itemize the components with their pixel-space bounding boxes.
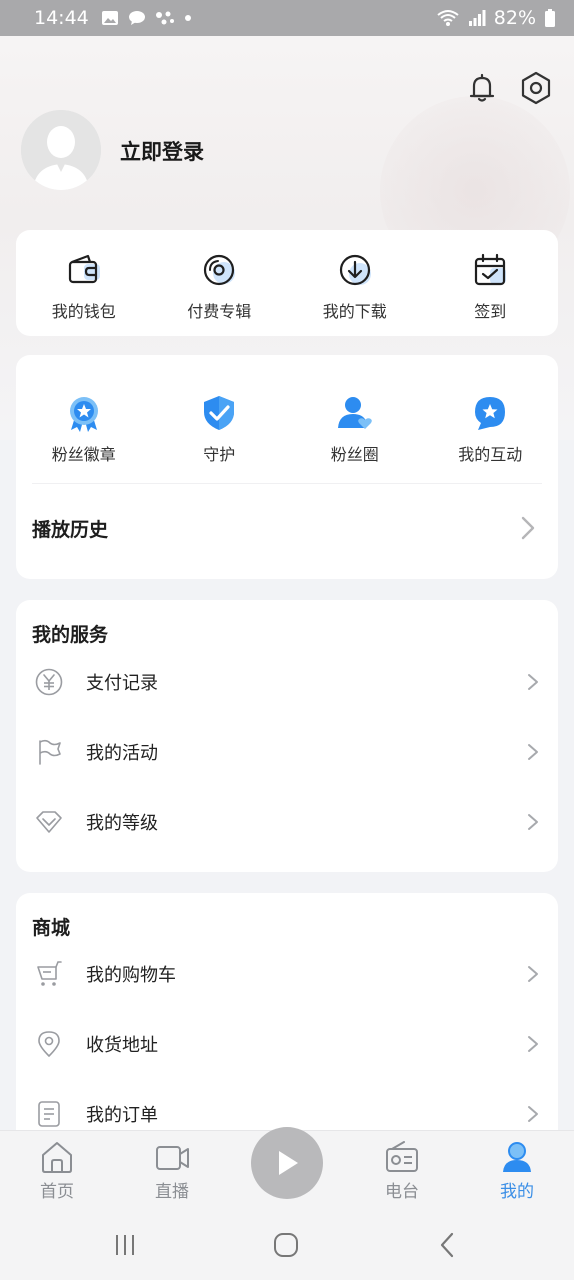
my-wallet-label: 我的钱包 xyxy=(51,302,116,321)
paid-album-label: 付费专辑 xyxy=(187,302,252,321)
chevron-right-icon xyxy=(528,1036,538,1052)
battery-percent: 82% xyxy=(493,7,536,29)
guard-button[interactable]: 守护 xyxy=(152,393,288,465)
calendar-check-icon xyxy=(475,253,507,286)
tab-home-label: 首页 xyxy=(40,1182,74,1202)
my-download-button[interactable]: 我的下载 xyxy=(287,250,423,322)
sign-in-label: 签到 xyxy=(474,302,507,321)
fan-card: 粉丝徽章 守护 粉丝圈 我的互动 播放历史 xyxy=(16,355,558,579)
settings-hexagon-icon[interactable] xyxy=(518,70,554,106)
chevron-right-icon xyxy=(521,516,535,540)
image-notification-icon xyxy=(101,11,118,25)
login-link[interactable]: 立即登录 xyxy=(120,136,204,166)
status-time: 14:44 xyxy=(34,7,89,29)
my-level-row[interactable]: 我的等级 xyxy=(16,797,558,847)
fan-circle-button[interactable]: 粉丝圈 xyxy=(287,393,423,465)
mall-title: 商城 xyxy=(32,917,71,939)
wallet-icon xyxy=(68,254,100,284)
recent-apps-icon[interactable] xyxy=(110,1230,140,1260)
chevron-right-icon xyxy=(528,744,538,760)
chat-notification-icon xyxy=(128,11,145,25)
home-icon xyxy=(42,1142,72,1173)
services-title: 我的服务 xyxy=(32,624,109,646)
avatar[interactable] xyxy=(21,110,101,190)
fan-badge-button[interactable]: 粉丝徽章 xyxy=(16,393,152,465)
dots-notification-icon xyxy=(155,11,174,25)
tab-home[interactable]: 首页 xyxy=(17,1139,97,1202)
divider xyxy=(32,483,542,484)
disc-icon xyxy=(204,254,236,286)
shipping-address-label: 收货地址 xyxy=(86,1035,158,1056)
my-interaction-button[interactable]: 我的互动 xyxy=(423,393,559,465)
fan-circle-icon xyxy=(337,397,372,429)
chevron-right-icon xyxy=(528,674,538,690)
system-nav-bar xyxy=(0,1208,574,1280)
tab-live-label: 直播 xyxy=(155,1182,189,1202)
flag-icon xyxy=(39,739,61,765)
my-level-label: 我的等级 xyxy=(86,813,158,834)
tab-mine[interactable]: 我的 xyxy=(477,1139,557,1202)
radio-icon xyxy=(386,1141,418,1172)
my-download-label: 我的下载 xyxy=(322,302,387,321)
my-orders-label: 我的订单 xyxy=(86,1105,158,1126)
my-interaction-label: 我的互动 xyxy=(458,445,523,464)
signal-icon xyxy=(468,10,486,26)
sign-in-button[interactable]: 签到 xyxy=(423,250,559,322)
quick-actions-card: 我的钱包 付费专辑 我的下载 签到 xyxy=(16,230,558,336)
play-history-row[interactable]: 播放历史 xyxy=(16,505,558,549)
my-activity-row[interactable]: 我的活动 xyxy=(16,727,558,777)
default-avatar-icon xyxy=(21,110,101,190)
tab-radio[interactable]: 电台 xyxy=(362,1139,442,1202)
notification-icons xyxy=(101,10,192,26)
diamond-icon xyxy=(36,811,62,833)
shield-check-icon xyxy=(204,396,235,430)
mall-card: 商城 我的购物车 收货地址 我的订单 xyxy=(16,893,558,1153)
more-notification-icon xyxy=(184,15,191,21)
bottom-tab-bar: 首页 直播 电台 我的 xyxy=(0,1127,574,1208)
my-activity-label: 我的活动 xyxy=(86,743,158,764)
back-nav-icon[interactable] xyxy=(433,1230,463,1260)
paid-album-button[interactable]: 付费专辑 xyxy=(152,250,288,322)
tab-mine-label: 我的 xyxy=(500,1182,534,1202)
shopping-cart-label: 我的购物车 xyxy=(86,965,176,986)
tab-live[interactable]: 直播 xyxy=(132,1139,212,1202)
play-button[interactable] xyxy=(251,1127,323,1199)
guard-label: 守护 xyxy=(203,445,236,464)
chevron-right-icon xyxy=(528,1106,538,1122)
shipping-address-row[interactable]: 收货地址 xyxy=(16,1019,558,1069)
my-wallet-button[interactable]: 我的钱包 xyxy=(16,250,152,322)
chevron-right-icon xyxy=(528,966,538,982)
fan-circle-label: 粉丝圈 xyxy=(330,445,379,464)
shopping-cart-row[interactable]: 我的购物车 xyxy=(16,949,558,999)
play-icon xyxy=(279,1151,298,1175)
wifi-icon xyxy=(437,10,459,26)
chevron-right-icon xyxy=(528,814,538,830)
payment-record-row[interactable]: 支付记录 xyxy=(16,657,558,707)
yen-icon xyxy=(35,668,63,696)
fan-badge-label: 粉丝徽章 xyxy=(51,445,116,464)
profile-icon xyxy=(503,1142,531,1172)
battery-icon xyxy=(545,9,555,27)
cart-icon xyxy=(37,961,62,986)
tab-radio-label: 电台 xyxy=(385,1182,419,1202)
video-icon xyxy=(156,1146,189,1170)
play-history-label: 播放历史 xyxy=(32,519,109,541)
download-icon xyxy=(339,254,371,286)
interaction-star-icon xyxy=(475,397,506,430)
order-icon xyxy=(38,1101,60,1127)
badge-icon xyxy=(69,397,98,432)
home-nav-icon[interactable] xyxy=(271,1230,301,1260)
status-bar: 14:44 82% xyxy=(0,0,574,36)
services-card: 我的服务 支付记录 我的活动 我的等级 xyxy=(16,600,558,872)
notification-bell-icon[interactable] xyxy=(464,70,500,106)
payment-record-label: 支付记录 xyxy=(86,673,158,694)
location-icon xyxy=(38,1031,60,1057)
